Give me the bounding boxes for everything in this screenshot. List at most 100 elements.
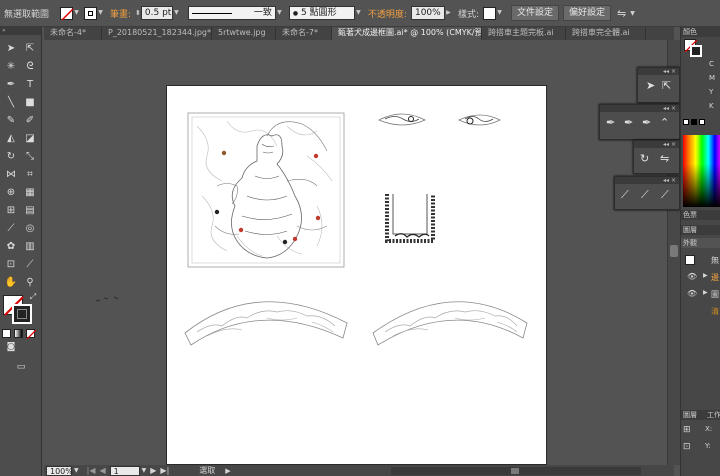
stroke-swatch[interactable]: ▼ [84, 6, 104, 20]
horizontal-scrollbar-thumb[interactable] [510, 467, 519, 474]
variable-width-field[interactable]: 一致 [187, 6, 276, 20]
dock-stroke-swatch-icon[interactable] [690, 45, 702, 57]
measure-icon[interactable]: ⟋ [641, 188, 649, 202]
mesh-tool-icon[interactable]: ⊞ [2, 203, 20, 219]
layer-name-1[interactable]: 無 [711, 255, 719, 266]
layer-name-4[interactable]: 清 [711, 306, 719, 317]
warrior-illustration[interactable] [187, 112, 345, 268]
page-field[interactable]: 1 [109, 465, 140, 476]
small-ornament-right[interactable] [458, 114, 501, 126]
pen-tool-icon[interactable]: ✒ [2, 77, 20, 93]
panel-collapse-icon[interactable]: ◂◂ × [615, 177, 679, 184]
magic-wand-tool-icon[interactable]: ✳ [2, 59, 20, 75]
gradient-mode-icon[interactable] [14, 329, 23, 338]
eyedropper-tool-icon[interactable]: ⟋ [2, 221, 20, 237]
tab-doc-active[interactable]: 甄著犬成邊框圖.ai* @ 100% (CMYK/預視) [332, 27, 482, 40]
layers-panel-tab[interactable]: 圖層 [681, 225, 720, 235]
pen-icon[interactable]: ✒ [606, 116, 615, 129]
stroke-weight-dropdown-icon[interactable]: ▼ [173, 6, 180, 20]
opacity-dropdown-icon[interactable]: ▶ [445, 6, 452, 20]
panel-collapse-icon[interactable]: ◂◂ × [600, 105, 679, 112]
style-swatch-icon[interactable] [483, 6, 497, 20]
paintbrush-tool-icon[interactable]: ✎ [2, 113, 20, 129]
swatches-panel-tab[interactable]: 色票 [681, 210, 720, 220]
blob-brush-tool-icon[interactable]: ◭ [2, 131, 20, 147]
rotate-icon[interactable]: ↻ [640, 152, 649, 165]
panel-collapse-icon[interactable]: ◂◂ × [638, 68, 679, 75]
eraser-tool-icon[interactable]: ◪ [21, 131, 39, 147]
visibility-eye-icon[interactable]: 👁 [687, 272, 697, 281]
delete-anchor-icon[interactable]: ✒ [642, 116, 651, 129]
rectangle-tool-icon[interactable]: ■ [21, 95, 39, 111]
stroke-swatch-icon[interactable] [84, 6, 97, 20]
opacity-label[interactable]: 不透明度: [368, 7, 407, 20]
none-mode-icon[interactable] [26, 329, 37, 340]
group-select-icon[interactable]: ⇱ [662, 79, 671, 92]
scrollbar-thumb[interactable] [670, 245, 678, 257]
expand-arrow-icon[interactable]: ▶ [703, 272, 708, 279]
shape-builder-tool-icon[interactable]: ⊕ [2, 185, 20, 201]
profile-dropdown-icon[interactable]: ▼ [276, 6, 283, 20]
direct-selection-tool-icon[interactable]: ⇱ [21, 41, 39, 57]
artboard-tool-icon[interactable]: ⊡ [2, 257, 20, 273]
opacity-input[interactable]: 100% [410, 6, 445, 20]
brush-definition[interactable]: ● 5 點圓形 ▼ [288, 6, 362, 20]
slice-tool-icon[interactable]: ⟋ [21, 257, 39, 273]
fill-dropdown-icon[interactable]: ▼ [73, 6, 80, 20]
expand-arrow-icon[interactable]: ▶ [703, 289, 708, 296]
none-swatch-icon[interactable] [683, 119, 689, 125]
scale-tool-icon[interactable]: ⤡ [21, 149, 39, 165]
stroke-label[interactable]: 筆畫: [110, 7, 131, 20]
tab-doc-3[interactable]: 5rtwtwe.jpg [212, 27, 276, 40]
direct-select-icon[interactable]: ➤ [646, 79, 655, 92]
white-swatch-icon[interactable] [699, 119, 705, 125]
paint-bucket-icon[interactable]: ⟋ [661, 188, 669, 202]
opacity-field[interactable]: 100% ▶ [410, 6, 452, 20]
draw-normal-icon[interactable]: ◙ [2, 339, 20, 355]
bottom-tab-2[interactable]: 工作 [707, 410, 720, 420]
fill-none-swatch-icon[interactable] [60, 6, 74, 21]
convert-anchor-icon[interactable]: ⌃ [660, 116, 669, 129]
gradient-tool-icon[interactable]: ▤ [21, 203, 39, 219]
small-ornament-left[interactable] [378, 113, 426, 126]
stroke-indicator-icon[interactable] [12, 304, 32, 324]
color-panel-tab[interactable]: 顏色 [681, 27, 720, 37]
black-swatch-icon[interactable] [691, 119, 697, 125]
brush-dropdown-icon[interactable]: ▼ [355, 6, 362, 20]
type-tool-icon[interactable]: T [21, 77, 39, 93]
column-graph-tool-icon[interactable]: ▥ [21, 239, 39, 255]
arch-ornament-right[interactable] [372, 301, 528, 346]
pencil-tool-icon[interactable]: ✐ [21, 113, 39, 129]
eyedropper-icon[interactable]: ⟋ [621, 188, 629, 202]
brush-field[interactable]: ● 5 點圓形 [288, 6, 355, 20]
width-tool-icon[interactable]: ⋈ [2, 167, 20, 183]
selection-tool-icon[interactable]: ➤ [2, 41, 20, 57]
blend-tool-icon[interactable]: ◎ [21, 221, 39, 237]
last-page-icon[interactable]: ▶| [160, 466, 169, 475]
artboard[interactable] [166, 85, 547, 465]
document-setup-button[interactable]: 文件設定 [511, 5, 560, 21]
add-anchor-icon[interactable]: ✒ [624, 116, 633, 129]
bottom-tab-1[interactable]: 圖層 [683, 410, 697, 420]
bottom-panel-tabs[interactable]: 圖層 工作 [681, 410, 720, 420]
variable-width-profile[interactable]: 一致 ▼ [187, 6, 283, 20]
stroke-dropdown-icon[interactable]: ▼ [97, 6, 104, 20]
panel-collapse-icon[interactable]: ◂◂ × [634, 141, 679, 148]
hand-tool-icon[interactable]: ✋ [2, 275, 20, 291]
tab-doc-7[interactable]: 跨搭車完全體.ai [566, 27, 646, 40]
first-page-icon[interactable]: |◀ [87, 466, 96, 475]
style-dropdown-icon[interactable]: ▼ [496, 6, 503, 20]
screen-mode-icon[interactable]: ▭ [12, 359, 30, 375]
tab-doc-6[interactable]: 跨搭車主題完板.ai [482, 27, 566, 40]
zoom-field[interactable]: 100% [46, 465, 73, 476]
arrange-dropdown-icon[interactable]: ▼ [630, 10, 635, 17]
horizontal-scrollbar[interactable] [390, 466, 641, 475]
arch-ornament-left[interactable] [184, 301, 348, 346]
transform-ref-icon[interactable]: ⊞ [683, 425, 691, 435]
page-dropdown-icon[interactable]: ▼ [142, 467, 147, 474]
stroke-weight-field[interactable]: ⬍ 0.5 pt ▼ [135, 6, 180, 20]
stroke-weight-input[interactable]: 0.5 pt [140, 6, 173, 20]
layer-name-3[interactable]: 圖 [711, 289, 719, 300]
tab-doc-1[interactable]: 未命名-4* [44, 27, 102, 40]
symbol-sprayer-tool-icon[interactable]: ✿ [2, 239, 20, 255]
